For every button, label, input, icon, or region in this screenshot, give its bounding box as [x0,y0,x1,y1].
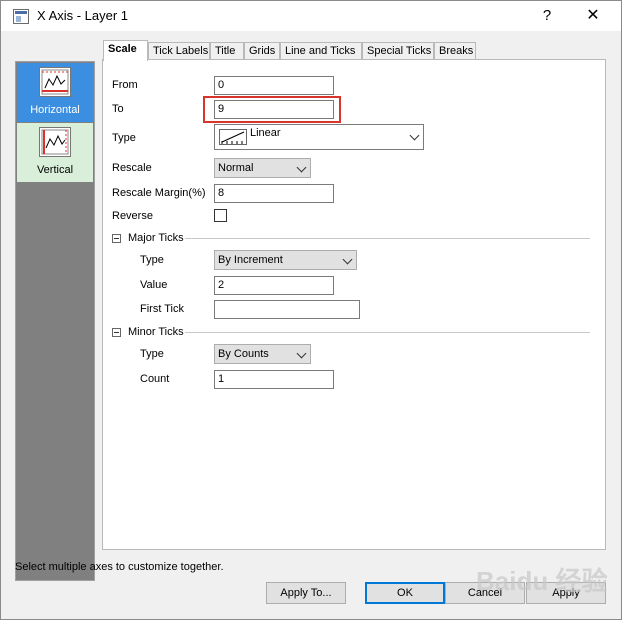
minor-type-select[interactable]: By Counts [214,344,311,364]
first-tick-field[interactable] [214,300,360,319]
rescale-label: Rescale [112,162,152,174]
window-title: X Axis - Layer 1 [37,8,129,23]
tab-special-ticks[interactable]: Special Ticks [362,42,434,60]
app-icon [13,9,29,24]
rescale-value: Normal [218,162,254,174]
sidebar-item-horizontal[interactable]: Horizontal [17,63,93,122]
scale-tab-page: From 0 To 9 Type Linear Rescale Normal R… [102,59,606,550]
major-type-label: Type [140,254,164,266]
chevron-down-icon [342,254,353,265]
major-value-field[interactable]: 2 [214,276,334,295]
from-field[interactable]: 0 [214,76,334,95]
tab-title[interactable]: Title [210,42,244,60]
apply-to-button[interactable]: Apply To... [266,582,346,604]
major-value-label: Value [140,279,168,291]
chevron-down-icon [296,348,307,359]
horizontal-axis-icon [39,67,71,97]
title-bar: X Axis - Layer 1 ? ✕ [1,1,621,31]
sidebar-item-label: Vertical [36,164,74,176]
vertical-axis-icon [39,127,71,157]
reverse-label: Reverse [112,210,153,222]
to-field[interactable]: 9 [214,100,334,119]
minor-ticks-heading: Minor Ticks [128,326,184,338]
tab-tick-labels[interactable]: Tick Labels [148,42,210,60]
reverse-checkbox[interactable] [214,209,227,222]
help-button[interactable]: ? [535,5,559,27]
minor-count-field[interactable]: 1 [214,370,334,389]
close-button[interactable]: ✕ [579,5,607,27]
tab-grids[interactable]: Grids [244,42,280,60]
rescale-margin-label: Rescale Margin(%) [112,187,206,199]
minor-type-value: By Counts [218,348,269,360]
minor-count-label: Count [140,373,170,385]
sidebar-item-label: Horizontal [30,104,80,116]
type-label: Type [112,132,136,144]
first-tick-label: First Tick [140,303,184,315]
scale-type-select[interactable]: Linear [214,124,424,150]
major-type-value: By Increment [218,254,283,266]
minor-type-label: Type [140,348,164,360]
scale-type-value: Linear [250,127,281,139]
from-label: From [112,79,138,91]
major-ticks-collapse-icon[interactable] [112,234,121,243]
major-type-select[interactable]: By Increment [214,250,357,270]
rescale-margin-field[interactable]: 8 [214,184,334,203]
linear-scale-icon [219,129,247,145]
watermark: Baidu 经验 [476,566,608,596]
chevron-down-icon [409,130,420,141]
status-text: Select multiple axes to customize togeth… [15,561,224,573]
minor-ticks-collapse-icon[interactable] [112,328,121,337]
group-divider [185,238,590,239]
tab-breaks[interactable]: Breaks [434,42,476,60]
sidebar-item-vertical[interactable]: Vertical [17,123,93,182]
to-label: To [112,103,124,115]
major-ticks-heading: Major Ticks [128,232,184,244]
dialog-body: Horizontal Vertical Scale Tick Labels Ti… [1,31,621,619]
tab-scale[interactable]: Scale [103,40,148,61]
tab-line-and-ticks[interactable]: Line and Ticks [280,42,362,60]
ok-button[interactable]: OK [365,582,445,604]
rescale-select[interactable]: Normal [214,158,311,178]
chevron-down-icon [296,162,307,173]
group-divider [185,332,590,333]
axis-list: Horizontal Vertical [15,61,95,581]
